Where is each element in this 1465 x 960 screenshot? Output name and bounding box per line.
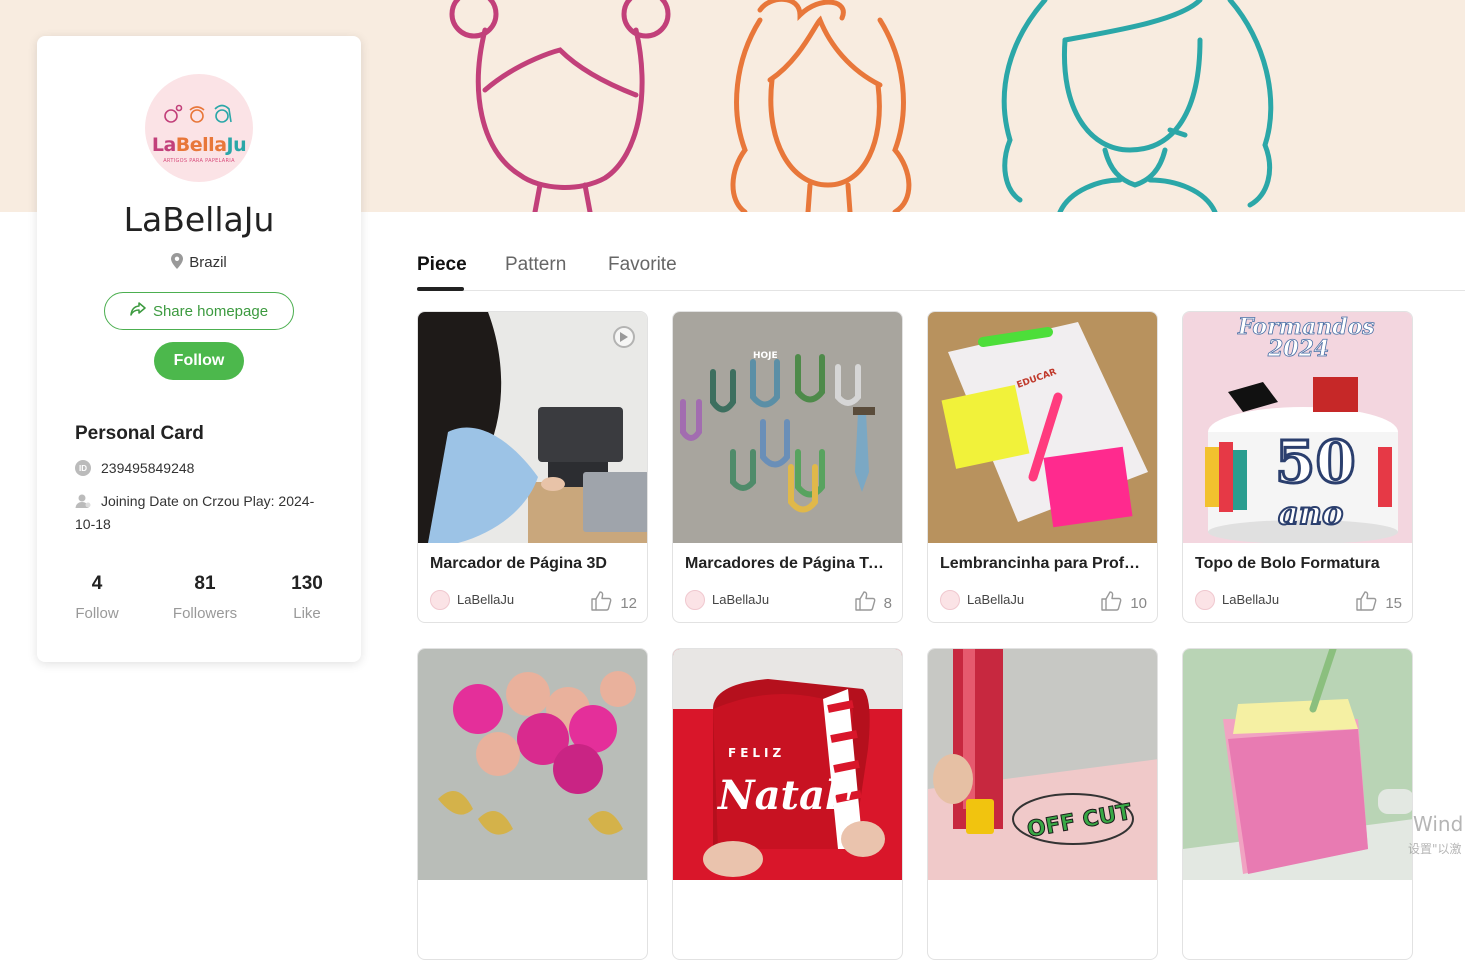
user-id-row: ID 239495849248 [75, 460, 194, 476]
cake-ano-text: ano [1278, 494, 1343, 532]
like-count[interactable]: 12 [591, 591, 637, 615]
bookmark-hoje-text: HOJE [753, 351, 778, 361]
tab-pattern[interactable]: Pattern [505, 254, 566, 276]
video-play-icon [613, 326, 635, 348]
share-homepage-label: Share homepage [152, 302, 269, 320]
natal-text: Natal! [716, 772, 858, 819]
piece-thumbnail[interactable]: FELIZ Natal! [673, 649, 902, 880]
thumbs-up-icon [1356, 591, 1377, 615]
active-tab-indicator [417, 287, 464, 291]
windows-watermark-text: Wind [1413, 812, 1464, 836]
stat-value: 130 [291, 573, 323, 594]
thumbs-up-icon [854, 591, 876, 615]
avatar-logo-text: LaBellaJu [151, 134, 247, 156]
tab-favorite[interactable]: Favorite [608, 254, 677, 276]
stat-like[interactable]: 130 Like [285, 573, 329, 622]
like-value: 15 [1385, 594, 1402, 612]
profile-name: LaBellaJu [123, 200, 275, 239]
share-homepage-button[interactable]: Share homepage [104, 292, 294, 330]
profile-location: Brazil [37, 253, 361, 273]
author-avatar[interactable] [1195, 590, 1215, 610]
piece-title[interactable]: Topo de Bolo Formatura [1195, 555, 1400, 573]
piece-title[interactable]: Marcador de Página 3D [430, 555, 635, 573]
feliz-text: FELIZ [728, 746, 785, 760]
piece-title[interactable]: Lembrancinha para Professores [940, 555, 1145, 573]
author-avatar[interactable] [685, 590, 705, 610]
like-count[interactable]: 8 [854, 591, 892, 615]
piece-thumbnail[interactable] [418, 312, 647, 543]
author-avatar[interactable] [430, 590, 450, 610]
thumbs-up-icon [1101, 591, 1122, 615]
tab-piece[interactable]: Piece [417, 254, 467, 276]
stat-label: Followers [172, 605, 238, 622]
user-id-value: 239495849248 [101, 460, 195, 476]
cake-year-text: 2024 [1267, 336, 1329, 362]
piece-title[interactable]: Marcadores de Página Temáticos [685, 555, 890, 573]
like-count[interactable]: 10 [1101, 591, 1147, 615]
content-tabs: Piece Pattern Favorite [417, 254, 1465, 291]
stat-value: 81 [194, 573, 216, 594]
piece-thumbnail[interactable]: Formandos 2024 50 ano [1183, 312, 1412, 543]
piece-card[interactable] [1182, 648, 1413, 960]
join-date-text: Joining Date on Crzou Play: 2024-10-18 [75, 493, 315, 532]
piece-card[interactable]: FELIZ Natal! [672, 648, 903, 960]
windows-watermark-subtext: 设置"以激 [1408, 842, 1462, 856]
thumbs-up-icon [591, 591, 612, 615]
piece-thumbnail[interactable]: HOJE [673, 312, 902, 543]
stat-follow[interactable]: 4 Follow [75, 573, 119, 622]
piece-meta: LaBellaJu 15 [1195, 589, 1402, 612]
like-value: 10 [1130, 594, 1147, 612]
piece-meta: LaBellaJu 8 [685, 589, 892, 612]
avatar-faces-icon [164, 104, 232, 123]
author-name[interactable]: LaBellaJu [457, 592, 514, 607]
author-name[interactable]: LaBellaJu [1222, 592, 1279, 607]
like-value: 12 [620, 594, 637, 612]
stat-label: Follow [75, 605, 119, 622]
piece-meta: LaBellaJu 10 [940, 589, 1147, 612]
id-badge-icon: ID [75, 460, 91, 476]
location-text: Brazil [189, 254, 227, 271]
piece-card[interactable]: HOJE Marcadores de Página Temáticos LaBe… [672, 311, 903, 623]
share-icon [130, 301, 146, 321]
author-avatar[interactable] [940, 590, 960, 610]
piece-card[interactable]: Marcador de Página 3D LaBellaJu 12 [417, 311, 648, 623]
stat-value: 4 [91, 573, 103, 594]
piece-card[interactable]: EDUCAR Lembrancinha para Professores LaB… [927, 311, 1158, 623]
piece-thumbnail[interactable] [1183, 649, 1412, 880]
join-date-row: Joining Date on Crzou Play: 2024-10-18 [75, 491, 325, 534]
piece-card[interactable]: Formandos 2024 50 ano Topo de Bolo Forma… [1182, 311, 1413, 623]
user-icon [75, 493, 91, 514]
like-value: 8 [883, 594, 892, 612]
personal-card-title: Personal Card [75, 423, 204, 444]
piece-card[interactable] [417, 648, 648, 960]
like-count[interactable]: 15 [1356, 591, 1402, 615]
piece-thumbnail[interactable] [418, 649, 647, 880]
cake-number-text: 50 [1275, 428, 1356, 496]
piece-card[interactable]: OFF CUT [927, 648, 1158, 960]
piece-meta: LaBellaJu 12 [430, 589, 637, 612]
follow-button[interactable]: Follow [154, 342, 244, 380]
avatar[interactable]: LaBellaJu ARTIGOS PARA PAPELARIA [145, 74, 253, 182]
location-pin-icon [171, 253, 184, 273]
piece-thumbnail[interactable]: OFF CUT [928, 649, 1157, 880]
piece-thumbnail[interactable]: EDUCAR [928, 312, 1157, 543]
avatar-subtitle: ARTIGOS PARA PAPELARIA [163, 158, 235, 164]
author-name[interactable]: LaBellaJu [712, 592, 769, 607]
stat-label: Like [293, 605, 321, 622]
author-name[interactable]: LaBellaJu [967, 592, 1024, 607]
stat-followers[interactable]: 81 Followers [169, 573, 241, 622]
profile-card: LaBellaJu ARTIGOS PARA PAPELARIA LaBella… [37, 36, 361, 662]
